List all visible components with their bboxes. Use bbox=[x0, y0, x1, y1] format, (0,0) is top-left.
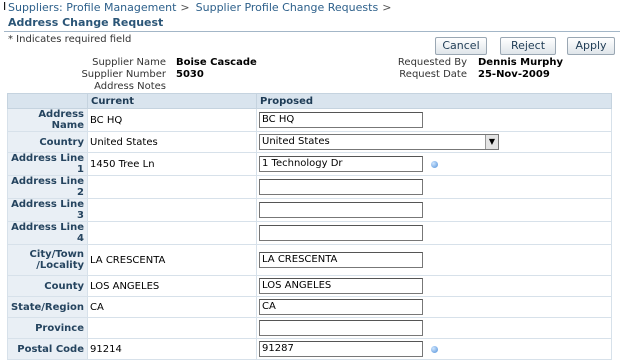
country-select[interactable]: United States ▼ bbox=[259, 134, 499, 150]
breadcrumb-separator: > bbox=[382, 1, 392, 14]
current-value: 1450 Tree Ln bbox=[87, 152, 257, 176]
table-row: Address Name BC HQ BC HQ bbox=[7, 108, 612, 132]
page-title: Address Change Request bbox=[8, 16, 164, 29]
requested-by-value: Dennis Murphy bbox=[478, 57, 563, 68]
table-row: State/Region CA CA bbox=[7, 296, 612, 318]
row-label: Province bbox=[7, 317, 88, 339]
request-date-label: Request Date bbox=[399, 69, 467, 80]
table-header-row: Current Proposed bbox=[7, 93, 612, 109]
request-date-value: 25-Nov-2009 bbox=[478, 69, 550, 80]
current-value: LA CRESCENTA bbox=[87, 244, 257, 276]
row-label: Country bbox=[7, 131, 88, 153]
proposed-cell bbox=[256, 198, 612, 222]
row-label: City/Town/Locality bbox=[7, 244, 88, 276]
city-input[interactable]: LA CRESCENTA bbox=[259, 252, 423, 268]
address-line-4-input[interactable] bbox=[259, 225, 423, 241]
proposed-cell: United States ▼ bbox=[256, 131, 612, 153]
table-row: Province bbox=[7, 317, 612, 339]
proposed-cell: LOS ANGELES bbox=[256, 275, 612, 297]
cancel-button[interactable]: Cancel bbox=[435, 37, 487, 55]
chevron-down-icon[interactable]: ▼ bbox=[485, 135, 498, 149]
proposed-cell: 91287 bbox=[256, 338, 612, 360]
breadcrumb-separator: > bbox=[180, 1, 190, 14]
current-value bbox=[87, 317, 257, 339]
changed-indicator-icon bbox=[431, 345, 438, 353]
row-label-line-1: City/Town bbox=[29, 249, 84, 260]
row-label: Address Line 4 bbox=[7, 221, 88, 245]
requested-by-label: Requested By bbox=[397, 57, 467, 68]
address-line-1-input[interactable]: 1 Technology Dr bbox=[259, 156, 423, 172]
row-label: Postal Code bbox=[7, 338, 88, 360]
proposed-cell bbox=[256, 175, 612, 199]
text-cursor: I bbox=[3, 0, 7, 13]
supplier-name-label: Supplier Name bbox=[92, 57, 166, 68]
required-field-note: * Indicates required field bbox=[8, 34, 132, 45]
table-row: Address Line 4 bbox=[7, 221, 612, 245]
address-line-2-input[interactable] bbox=[259, 179, 423, 195]
current-value: LOS ANGELES bbox=[87, 275, 257, 297]
row-label: State/Region bbox=[7, 296, 88, 318]
country-select-value: United States bbox=[262, 136, 330, 147]
table-row: Address Line 1 1450 Tree Ln 1 Technology… bbox=[7, 152, 612, 176]
province-input[interactable] bbox=[259, 320, 423, 336]
current-value: 91214 bbox=[87, 338, 257, 360]
proposed-cell bbox=[256, 317, 612, 339]
proposed-cell bbox=[256, 221, 612, 245]
address-line-3-input[interactable] bbox=[259, 202, 423, 218]
row-label: Address Line 2 bbox=[7, 175, 88, 199]
breadcrumb-link-profile-management[interactable]: Suppliers: Profile Management bbox=[8, 1, 176, 14]
current-value bbox=[87, 221, 257, 245]
current-value bbox=[87, 175, 257, 199]
current-value: CA bbox=[87, 296, 257, 318]
header-empty bbox=[7, 93, 88, 109]
table-row: City/Town/Locality LA CRESCENTA LA CRESC… bbox=[7, 244, 612, 276]
table-row: Address Line 3 bbox=[7, 198, 612, 222]
table-row: County LOS ANGELES LOS ANGELES bbox=[7, 275, 612, 297]
state-input[interactable]: CA bbox=[259, 299, 423, 315]
header-proposed: Proposed bbox=[256, 93, 612, 109]
table-row: Address Line 2 bbox=[7, 175, 612, 199]
county-input[interactable]: LOS ANGELES bbox=[259, 278, 423, 294]
header-current: Current bbox=[87, 93, 257, 109]
title-divider bbox=[4, 31, 620, 32]
current-value: United States bbox=[87, 131, 257, 153]
table-row: Country United States United States ▼ bbox=[7, 131, 612, 153]
current-value bbox=[87, 198, 257, 222]
address-comparison-table: Current Proposed Address Name BC HQ BC H… bbox=[7, 93, 612, 360]
row-label: County bbox=[7, 275, 88, 297]
current-value: BC HQ bbox=[87, 108, 257, 132]
row-label-line-2: /Locality bbox=[36, 260, 84, 271]
row-label: Address Line 3 bbox=[7, 198, 88, 222]
breadcrumb: Suppliers: Profile Management > Supplier P… bbox=[8, 1, 397, 14]
changed-indicator-icon bbox=[431, 160, 438, 168]
address-notes-label: Address Notes bbox=[94, 81, 166, 92]
proposed-cell: 1 Technology Dr bbox=[256, 152, 612, 176]
proposed-cell: CA bbox=[256, 296, 612, 318]
address-name-input[interactable]: BC HQ bbox=[259, 112, 423, 128]
breadcrumb-link-change-requests[interactable]: Supplier Profile Change Requests bbox=[196, 1, 379, 14]
row-label: Address Line 1 bbox=[7, 152, 88, 176]
apply-button[interactable]: Apply bbox=[567, 37, 615, 55]
proposed-cell: BC HQ bbox=[256, 108, 612, 132]
supplier-number-value: 5030 bbox=[176, 69, 204, 80]
reject-button[interactable]: Reject bbox=[500, 37, 556, 55]
supplier-name-value: Boise Cascade bbox=[176, 57, 257, 68]
row-label: Address Name bbox=[7, 108, 88, 132]
proposed-cell: LA CRESCENTA bbox=[256, 244, 612, 276]
supplier-number-label: Supplier Number bbox=[81, 69, 166, 80]
postal-code-input[interactable]: 91287 bbox=[259, 341, 423, 357]
table-row: Postal Code 91214 91287 bbox=[7, 338, 612, 360]
